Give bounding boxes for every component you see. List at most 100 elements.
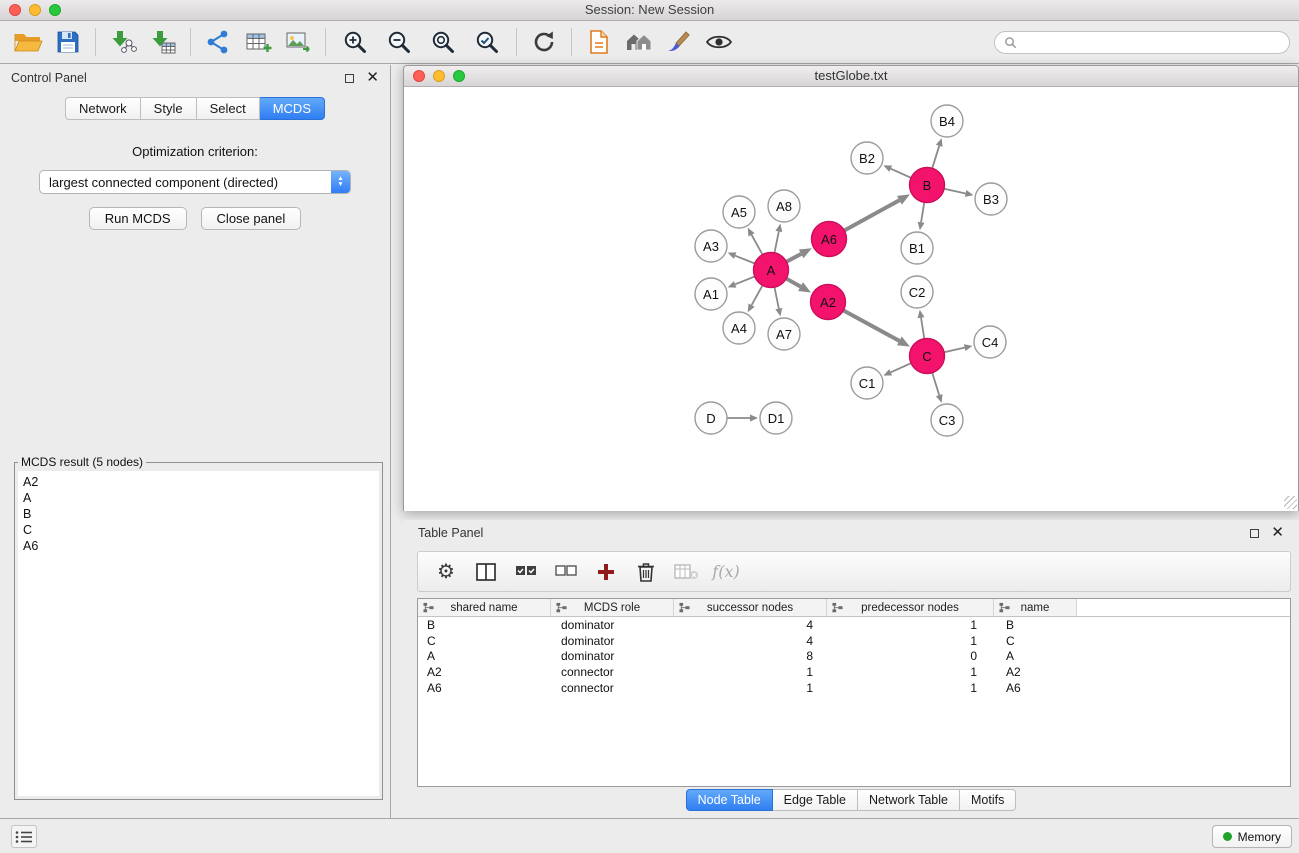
- graph-node-A[interactable]: A: [754, 253, 789, 288]
- refresh-button[interactable]: [524, 24, 564, 60]
- minimize-window-button[interactable]: [29, 4, 41, 16]
- graph-node-D1[interactable]: D1: [760, 402, 792, 434]
- import-table-button[interactable]: [143, 24, 183, 60]
- run-mcds-button[interactable]: Run MCDS: [89, 207, 187, 230]
- save-session-button[interactable]: [48, 24, 88, 60]
- graph-edge-B-B3[interactable]: [944, 189, 973, 197]
- close-table-panel-icon[interactable]: ✕: [1271, 528, 1284, 538]
- table-row[interactable]: Cdominator41C: [418, 633, 1290, 649]
- tab-motifs[interactable]: Motifs: [960, 789, 1016, 811]
- home-views-button[interactable]: [619, 24, 659, 60]
- graph-node-C4[interactable]: C4: [974, 326, 1006, 358]
- add-column-button[interactable]: [588, 555, 624, 589]
- graph-edge-A-A1[interactable]: [728, 276, 755, 287]
- open-document-button[interactable]: [579, 24, 619, 60]
- float-panel-icon[interactable]: [345, 74, 354, 83]
- close-panel-icon[interactable]: ✕: [366, 73, 379, 83]
- tab-network-table[interactable]: Network Table: [858, 789, 960, 811]
- main-titlebar[interactable]: Session: New Session: [0, 0, 1299, 21]
- tab-edge-table[interactable]: Edge Table: [773, 789, 858, 811]
- fullscreen-window-button[interactable]: [49, 4, 61, 16]
- graph-node-D[interactable]: D: [695, 402, 727, 434]
- table-row[interactable]: A2connector11A2: [418, 664, 1290, 680]
- column-header[interactable]: successor nodes: [674, 599, 827, 616]
- network-canvas[interactable]: B4B2BB3A8A5A6A3B1AC2A1A2A4A7C4CC1C3DD1: [404, 88, 1298, 511]
- float-table-panel-icon[interactable]: [1250, 529, 1259, 538]
- zoom-fit-button[interactable]: [423, 24, 463, 60]
- graph-node-C2[interactable]: C2: [901, 276, 933, 308]
- column-header[interactable]: name: [994, 599, 1077, 616]
- show-column-button[interactable]: [468, 555, 504, 589]
- graph-node-A8[interactable]: A8: [768, 190, 800, 222]
- graph-edge-A-A8[interactable]: [774, 224, 782, 253]
- graph-edge-C-C3[interactable]: [932, 373, 942, 403]
- graph-node-A6[interactable]: A6: [812, 222, 847, 257]
- tab-style[interactable]: Style: [141, 97, 197, 120]
- graph-node-B[interactable]: B: [910, 168, 945, 203]
- graph-node-A4[interactable]: A4: [723, 312, 755, 344]
- zoom-selected-button[interactable]: [467, 24, 507, 60]
- list-item[interactable]: A2: [23, 474, 374, 490]
- graph-node-A2[interactable]: A2: [811, 285, 846, 320]
- graph-edge-A-A4[interactable]: [748, 285, 763, 312]
- graph-node-B1[interactable]: B1: [901, 232, 933, 264]
- graph-edge-A-A5[interactable]: [748, 228, 763, 255]
- close-view-button[interactable]: [413, 70, 425, 82]
- export-image-button[interactable]: [278, 24, 318, 60]
- memory-button[interactable]: Memory: [1212, 825, 1292, 848]
- minimize-view-button[interactable]: [433, 70, 445, 82]
- search-input[interactable]: [1023, 36, 1280, 50]
- list-item[interactable]: B: [23, 506, 374, 522]
- graph-edge-B-B2[interactable]: [883, 165, 911, 177]
- resize-grip[interactable]: [1284, 496, 1297, 509]
- column-header[interactable]: predecessor nodes: [827, 599, 994, 616]
- graph-node-A5[interactable]: A5: [723, 196, 755, 228]
- close-window-button[interactable]: [9, 4, 21, 16]
- criterion-dropdown[interactable]: largest connected component (directed) ▲…: [39, 170, 351, 194]
- graph-edge-A6-B[interactable]: [844, 194, 910, 230]
- graph-node-C3[interactable]: C3: [931, 404, 963, 436]
- select-all-button[interactable]: [508, 555, 544, 589]
- column-header[interactable]: MCDS role: [551, 599, 674, 616]
- zoom-in-button[interactable]: [335, 24, 375, 60]
- maximize-view-button[interactable]: [453, 70, 465, 82]
- graph-edge-A-A6[interactable]: [786, 248, 811, 262]
- list-item[interactable]: C: [23, 522, 374, 538]
- graph-node-A3[interactable]: A3: [695, 230, 727, 262]
- task-history-button[interactable]: [11, 825, 37, 848]
- zoom-out-button[interactable]: [379, 24, 419, 60]
- column-header[interactable]: shared name: [418, 599, 551, 616]
- new-network-button[interactable]: [198, 24, 238, 60]
- list-item[interactable]: A: [23, 490, 374, 506]
- graph-edge-B-B1[interactable]: [918, 202, 925, 230]
- graph-edge-A2-C[interactable]: [843, 310, 910, 346]
- graph-edge-A-A7[interactable]: [774, 287, 782, 316]
- delete-column-button[interactable]: [628, 555, 664, 589]
- graph-node-C1[interactable]: C1: [851, 367, 883, 399]
- graph-node-A7[interactable]: A7: [768, 318, 800, 350]
- graph-edge-C-C1[interactable]: [883, 363, 911, 375]
- table-row[interactable]: Bdominator41B: [418, 617, 1290, 633]
- table-settings-button[interactable]: ⚙: [428, 555, 464, 589]
- graph-node-B3[interactable]: B3: [975, 183, 1007, 215]
- graph-edge-D-D1[interactable]: [727, 415, 758, 422]
- tab-network[interactable]: Network: [65, 97, 141, 120]
- tab-select[interactable]: Select: [197, 97, 260, 120]
- graph-node-B4[interactable]: B4: [931, 105, 963, 137]
- mcds-result-list[interactable]: A2ABCA6: [18, 471, 379, 796]
- network-graph[interactable]: B4B2BB3A8A5A6A3B1AC2A1A2A4A7C4CC1C3DD1: [404, 88, 1298, 511]
- graph-edge-A-A2[interactable]: [786, 279, 811, 293]
- new-table-button[interactable]: [238, 24, 278, 60]
- tab-node-table[interactable]: Node Table: [686, 789, 773, 811]
- tab-mcds[interactable]: MCDS: [260, 97, 325, 120]
- delete-table-button[interactable]: [668, 555, 704, 589]
- graph-edge-B-B4[interactable]: [932, 138, 942, 168]
- graph-node-B2[interactable]: B2: [851, 142, 883, 174]
- import-network-button[interactable]: [103, 24, 143, 60]
- graph-edge-C-C4[interactable]: [944, 344, 972, 352]
- function-builder-button[interactable]: f(x): [708, 555, 744, 589]
- style-brush-button[interactable]: [659, 24, 699, 60]
- list-item[interactable]: A6: [23, 538, 374, 554]
- open-session-button[interactable]: [8, 24, 48, 60]
- graph-node-C[interactable]: C: [910, 339, 945, 374]
